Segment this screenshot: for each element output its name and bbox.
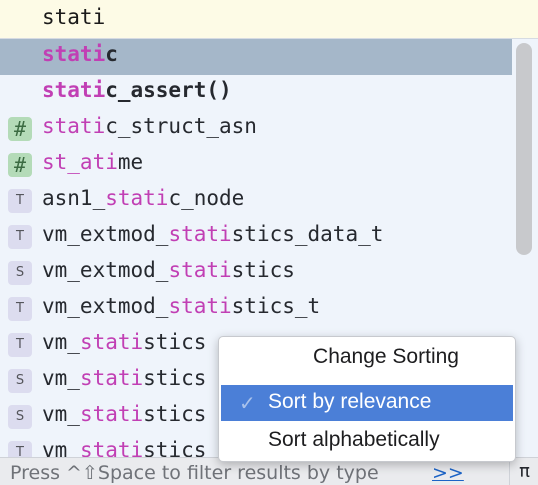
struct-icon: S <box>8 261 32 285</box>
completion-item-label: vm_extmod_statistics_t <box>42 294 320 318</box>
type-icon: T <box>8 225 32 249</box>
label-match: stati <box>42 78 106 102</box>
completion-item[interactable]: # static_struct_asn <box>0 111 512 147</box>
completion-item-label: vm_statistics <box>42 330 206 354</box>
type-icon: T <box>8 189 32 213</box>
label-suffix: stics <box>143 330 207 354</box>
footer-hint: Press ^⇧Space to filter results by type <box>10 462 379 484</box>
completion-item-label: static_struct_asn <box>42 114 257 138</box>
typed-text: stati <box>42 5 106 29</box>
pi-icon[interactable]: π <box>509 458 538 485</box>
completion-item[interactable]: Tasn1_static_node <box>0 183 512 219</box>
label-suffix: c_struct_asn <box>105 114 257 138</box>
completion-item-label: asn1_static_node <box>42 186 244 210</box>
label-match: stati <box>79 402 144 426</box>
label-suffix: stics <box>231 258 295 282</box>
completion-item-label: vm_extmod_statistics_data_t <box>42 222 383 246</box>
check-icon: ✓ <box>239 393 256 415</box>
label-match: stati <box>42 42 106 66</box>
label-suffix: stics <box>143 366 207 390</box>
editor-current-line[interactable]: stati <box>0 0 538 38</box>
label-match: stati <box>42 114 106 138</box>
label-suffix: me <box>117 150 144 174</box>
sort-by-relevance-option[interactable]: ✓ Sort by relevance <box>221 385 513 421</box>
completion-item-label: static_assert() <box>42 78 232 102</box>
label-suffix: c <box>105 42 118 66</box>
completion-item-label: vm_statistics <box>42 402 206 426</box>
completion-item[interactable]: Tvm_extmod_statistics_data_t <box>0 219 512 255</box>
scrollbar-thumb[interactable] <box>516 43 532 255</box>
label-prefix: asn1_ <box>42 186 106 210</box>
label-prefix: vm_ <box>42 402 80 426</box>
label-match: st_ati <box>42 150 118 174</box>
label-match: stati <box>79 330 144 354</box>
label-suffix: stics <box>143 402 207 426</box>
type-icon: T <box>8 297 32 321</box>
label-suffix: stics_data_t <box>231 222 384 246</box>
label-prefix: vm_ <box>42 366 80 390</box>
completion-item[interactable]: static_assert() <box>0 75 512 111</box>
label-prefix: vm_ <box>42 330 80 354</box>
completion-item-label: vm_extmod_statistics <box>42 258 295 282</box>
change-sorting-menu: Change Sorting ✓ Sort by relevance Sort … <box>218 336 516 462</box>
completion-item-label: st_atime <box>42 150 143 174</box>
label-match: stati <box>79 366 144 390</box>
completion-item-label: vm_statistics <box>42 366 206 390</box>
menu-item-label: Sort alphabetically <box>268 428 440 451</box>
type-icon: T <box>8 333 32 357</box>
completion-item[interactable]: # st_atime <box>0 147 512 183</box>
completion-item[interactable]: Tvm_extmod_statistics_t <box>0 291 512 327</box>
menu-title: Change Sorting <box>313 345 459 368</box>
completion-item-label: static <box>42 42 118 66</box>
completion-item[interactable]: static <box>0 39 512 75</box>
menu-item-label: Sort by relevance <box>268 390 432 413</box>
struct-icon: S <box>8 405 32 429</box>
label-prefix: vm_extmod_ <box>42 222 169 246</box>
label-match: stati <box>168 222 232 246</box>
completion-item[interactable]: Svm_extmod_statistics <box>0 255 512 291</box>
macro-icon: # <box>8 117 32 141</box>
label-match: stati <box>105 186 169 210</box>
label-match: stati <box>168 294 232 318</box>
more-link[interactable]: >> <box>432 462 464 484</box>
sort-alphabetically-option[interactable]: Sort alphabetically <box>221 423 513 459</box>
label-suffix: c_node <box>168 186 245 210</box>
label-prefix: vm_extmod_ <box>42 258 169 282</box>
label-suffix: stics_t <box>231 294 321 318</box>
struct-icon: S <box>8 369 32 393</box>
label-match: stati <box>168 258 232 282</box>
macro-icon: # <box>8 153 32 177</box>
label-suffix: c_assert() <box>105 78 232 102</box>
label-prefix: vm_extmod_ <box>42 294 169 318</box>
